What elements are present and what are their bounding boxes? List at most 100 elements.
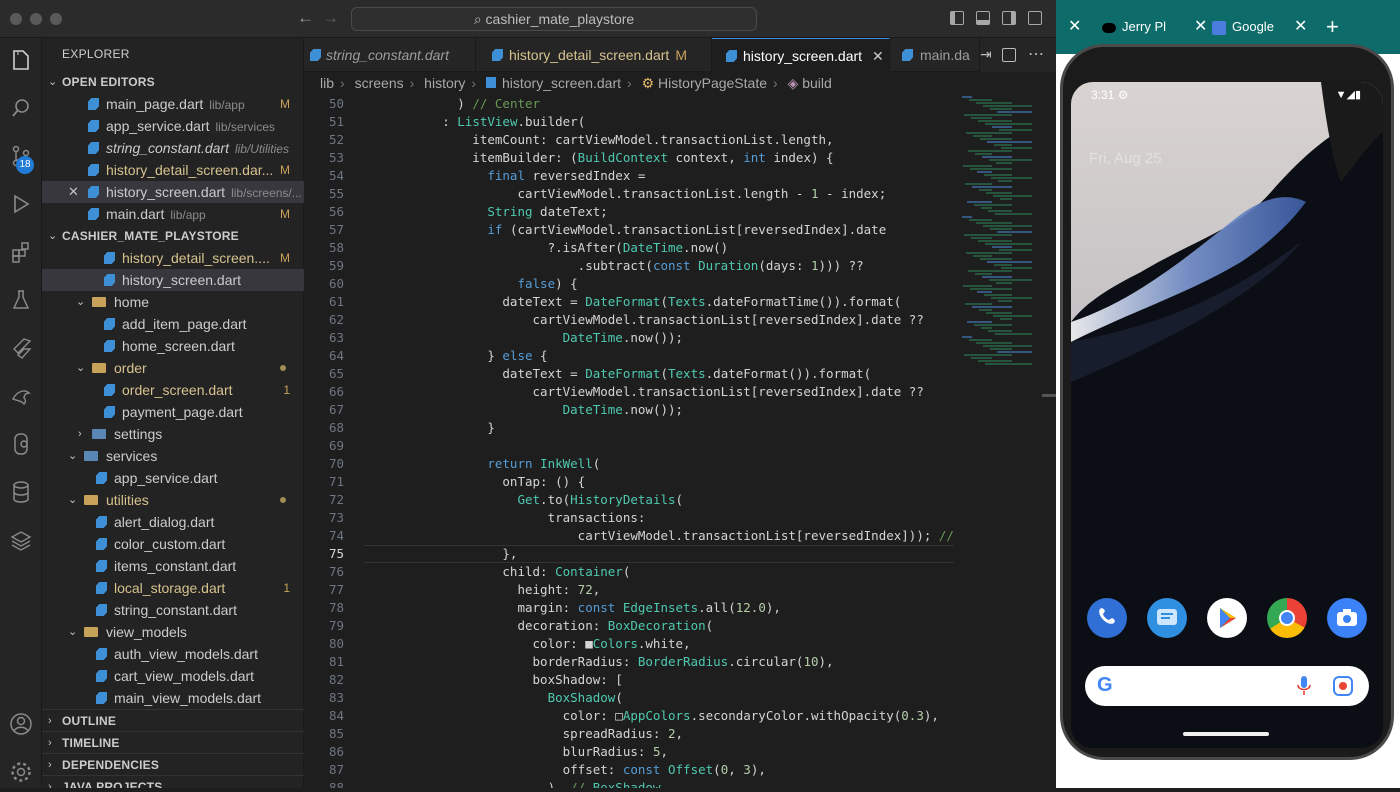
crumb-history[interactable]: history bbox=[424, 75, 465, 91]
tree-file[interactable]: home_screen.dart bbox=[42, 335, 304, 357]
code-line[interactable]: final reversedIndex = bbox=[382, 167, 645, 185]
code-line[interactable]: cartViewModel.transactionList[reversedIn… bbox=[382, 383, 924, 401]
code-line[interactable]: DateTime.now()); bbox=[382, 401, 683, 419]
camera-app-icon[interactable] bbox=[1327, 598, 1367, 638]
open-editor-item[interactable]: main_page.dart lib/app M bbox=[42, 93, 304, 115]
tree-file[interactable]: color_custom.dart bbox=[42, 533, 304, 555]
account-icon[interactable] bbox=[0, 704, 42, 744]
tree-file[interactable]: cart_view_models.dart bbox=[42, 665, 304, 687]
project-header[interactable]: ⌄ CASHIER_MATE_PLAYSTORE bbox=[42, 225, 304, 247]
tree-file[interactable]: auth_view_models.dart bbox=[42, 643, 304, 665]
code-line[interactable]: BoxShadow( bbox=[382, 689, 623, 707]
code-line[interactable]: cartViewModel.transactionList[reversedIn… bbox=[382, 527, 954, 545]
run-debug-icon[interactable] bbox=[0, 184, 42, 224]
microphone-icon[interactable] bbox=[1297, 676, 1311, 696]
toggle-secondary-sidebar-icon[interactable] bbox=[1002, 11, 1016, 25]
timeline-section[interactable]: › TIMELINE bbox=[42, 731, 304, 753]
tree-folder[interactable]: ⌄ view_models bbox=[42, 621, 304, 643]
close-tab-icon[interactable]: ✕ bbox=[1294, 13, 1307, 41]
scrollbar-thumb[interactable] bbox=[1042, 394, 1056, 397]
play-store-app-icon[interactable] bbox=[1207, 598, 1247, 638]
open-editors-header[interactable]: ⌄ OPEN EDITORS bbox=[42, 71, 304, 93]
code-line[interactable]: decoration: BoxDecoration( bbox=[382, 617, 713, 635]
code-line[interactable]: margin: const EdgeInsets.all(12.0), bbox=[382, 599, 780, 617]
forward-arrow-icon[interactable]: → bbox=[322, 8, 339, 28]
back-arrow-icon[interactable]: ← bbox=[297, 8, 314, 28]
code-line[interactable]: if (cartViewModel.transactionList[revers… bbox=[382, 221, 886, 239]
open-editor-item[interactable]: main.dart lib/app M bbox=[42, 203, 304, 225]
code-line[interactable]: color: □AppColors.secondaryColor.withOpa… bbox=[382, 707, 939, 725]
minimap[interactable] bbox=[954, 94, 1046, 365]
messages-app-icon[interactable] bbox=[1147, 598, 1187, 638]
android-home-screen[interactable]: 3:31 ⚙ ▼◢▮ Fri, Aug 25 G bbox=[1071, 82, 1383, 748]
code-line[interactable]: ?.isAfter(DateTime.now() bbox=[382, 239, 729, 257]
google-lens-icon[interactable] bbox=[1333, 676, 1353, 696]
crumb-file[interactable]: history_screen.dart bbox=[485, 75, 621, 91]
dependencies-section[interactable]: › DEPENDENCIES bbox=[42, 753, 304, 775]
code-line[interactable]: borderRadius: BorderRadius.circular(10), bbox=[382, 653, 834, 671]
tab-history-screen[interactable]: history_screen.dart ✕ bbox=[712, 38, 890, 72]
code-line[interactable]: } else { bbox=[382, 347, 547, 365]
code-line[interactable]: color: ■Colors.white, bbox=[382, 635, 691, 653]
code-line[interactable]: cartViewModel.transactionList[reversedIn… bbox=[382, 311, 924, 329]
crumb-class[interactable]: ⚙ HistoryPageState bbox=[642, 75, 767, 91]
toggle-panel-icon[interactable] bbox=[976, 11, 990, 25]
more-actions-icon[interactable]: ⋯ bbox=[1028, 44, 1044, 64]
new-tab-button[interactable]: + bbox=[1326, 13, 1339, 41]
code-line[interactable]: child: Container( bbox=[382, 563, 630, 581]
code-line[interactable]: itemCount: cartViewModel.transactionList… bbox=[382, 131, 833, 149]
customize-layout-icon[interactable] bbox=[1028, 11, 1042, 25]
tree-file[interactable]: payment_page.dart bbox=[42, 401, 304, 423]
code-line[interactable]: transactions: bbox=[382, 509, 646, 527]
code-line[interactable]: return InkWell( bbox=[382, 455, 600, 473]
code-line[interactable]: height: 72, bbox=[382, 581, 600, 599]
close-tab-icon[interactable]: ✕ bbox=[1194, 13, 1207, 41]
google-search-bar[interactable]: G bbox=[1085, 666, 1369, 706]
explorer-icon[interactable] bbox=[0, 40, 42, 80]
tree-folder[interactable]: › settings bbox=[42, 423, 304, 445]
toggle-sidebar-icon[interactable] bbox=[950, 11, 964, 25]
crumb-screens[interactable]: screens bbox=[355, 75, 404, 91]
minimize-window-button[interactable] bbox=[30, 13, 42, 25]
code-line[interactable]: .subtract(const Duration(days: 1))) ?? bbox=[382, 257, 864, 275]
close-tab-icon[interactable]: ✕ bbox=[1068, 13, 1081, 41]
code-line[interactable]: blurRadius: 5, bbox=[382, 743, 668, 761]
browser-tab-google[interactable]: Google bbox=[1212, 13, 1274, 41]
home-gesture-bar[interactable] bbox=[1183, 732, 1269, 736]
open-editor-item[interactable]: string_constant.dart lib/Utilities bbox=[42, 137, 304, 159]
tree-file[interactable]: app_service.dart bbox=[42, 467, 304, 489]
code-line[interactable]: false) { bbox=[382, 275, 577, 293]
java-projects-section[interactable]: › JAVA PROJECTS bbox=[42, 775, 304, 788]
open-editor-item-active[interactable]: ✕ history_screen.dart lib/screens/... bbox=[42, 181, 304, 203]
search-icon[interactable] bbox=[0, 88, 42, 128]
split-editor-icon[interactable] bbox=[1002, 48, 1016, 62]
settings-gear-icon[interactable] bbox=[0, 752, 42, 792]
tree-file[interactable]: string_constant.dart bbox=[42, 599, 304, 621]
tree-file[interactable]: main_view_models.dart bbox=[42, 687, 304, 709]
flutter-icon[interactable] bbox=[0, 328, 42, 368]
tab-history-detail-screen[interactable]: history_detail_screen.dart M bbox=[476, 38, 712, 72]
figma-icon[interactable] bbox=[0, 424, 42, 464]
open-changes-icon[interactable]: ⇥ bbox=[980, 46, 992, 63]
layers-icon[interactable] bbox=[0, 520, 42, 560]
tree-file[interactable]: local_storage.dart 1 bbox=[42, 577, 304, 599]
close-window-button[interactable] bbox=[10, 13, 22, 25]
tree-folder[interactable]: ⌄ utilities bbox=[42, 489, 304, 511]
crumb-lib[interactable]: lib bbox=[320, 75, 334, 91]
testing-flask-icon[interactable] bbox=[0, 280, 42, 320]
tree-folder[interactable]: ⌄ home bbox=[42, 291, 304, 313]
code-line[interactable]: ), // BoxShadow bbox=[382, 779, 661, 788]
outline-section[interactable]: › OUTLINE bbox=[42, 709, 304, 731]
open-editor-item[interactable]: app_service.dart lib/services bbox=[42, 115, 304, 137]
close-tab-icon[interactable]: ✕ bbox=[872, 39, 884, 72]
tree-file[interactable]: items_constant.dart bbox=[42, 555, 304, 577]
code-line[interactable]: : ListView.builder( bbox=[382, 113, 585, 131]
tab-string-constant[interactable]: string_constant.dart bbox=[304, 38, 476, 72]
dolphin-icon[interactable] bbox=[0, 376, 42, 416]
tree-file[interactable]: history_detail_screen.... M bbox=[42, 247, 304, 269]
code-line[interactable]: String dateText; bbox=[382, 203, 607, 221]
phone-app-icon[interactable] bbox=[1087, 598, 1127, 638]
code-line[interactable]: boxShadow: [ bbox=[382, 671, 623, 689]
date-widget[interactable]: Fri, Aug 25 bbox=[1089, 150, 1162, 167]
tree-file[interactable]: order_screen.dart 1 bbox=[42, 379, 304, 401]
